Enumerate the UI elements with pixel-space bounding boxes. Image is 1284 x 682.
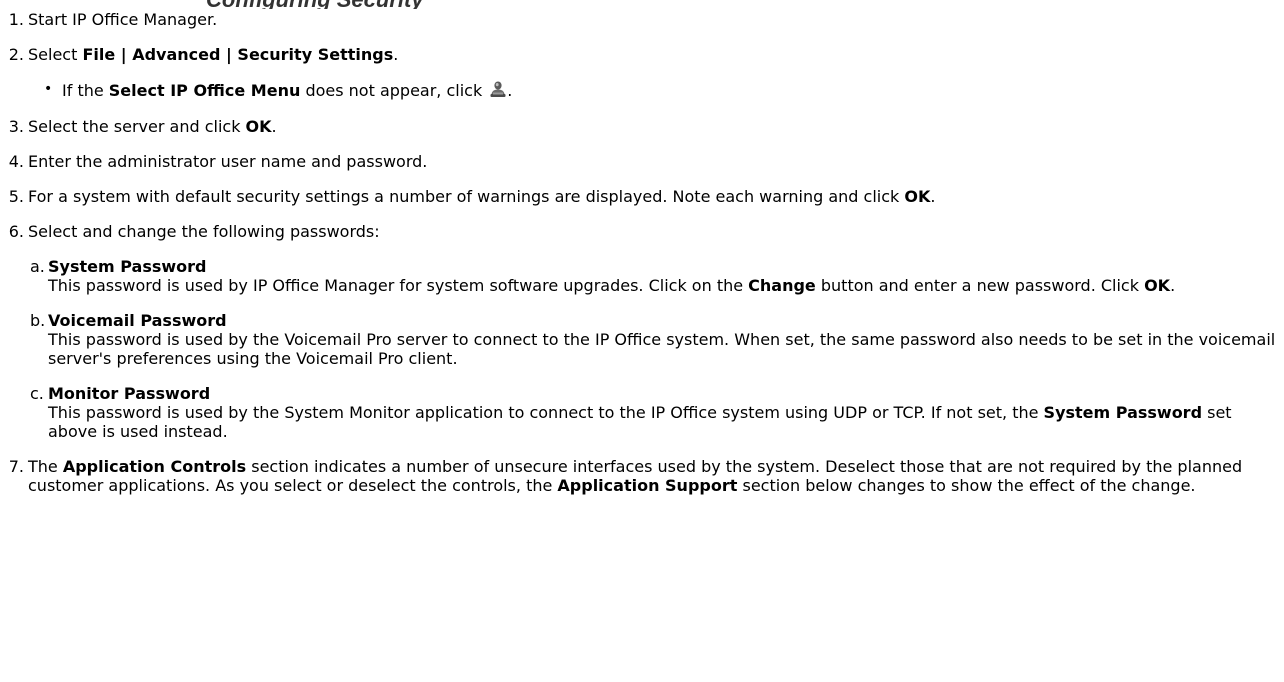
step-7: 7. The Application Controls section indi… (0, 457, 1284, 495)
item-description: This password is used by IP Office Manag… (48, 276, 1284, 295)
menu-path: File | Advanced | Security Settings (82, 45, 394, 64)
item-description-post: . (1170, 276, 1176, 295)
step-text: Start IP Office Manager. (28, 10, 218, 29)
step-text-pre: For a system with default security setti… (28, 187, 905, 206)
step-text: For a system with default security setti… (28, 187, 1284, 206)
step-3: 3. Select the server and click OK. (0, 117, 1284, 136)
step-5: 5. For a system with default security se… (0, 187, 1284, 206)
step-2: 2. Select File | Advanced | Security Set… (0, 45, 1284, 64)
step-number: 6. (8, 222, 24, 241)
step-text-post: section below changes to show the effect… (737, 476, 1196, 495)
change-button-label: Change (748, 276, 816, 295)
step-number: 1. (8, 10, 24, 29)
step-text-pre: The (28, 457, 63, 476)
step-2-bullet: • If the Select IP Office Menu does not … (44, 80, 1284, 100)
step-number: 7. (8, 457, 24, 476)
step-text: Enter the administrator user name and pa… (28, 152, 428, 171)
item-title: Monitor Password (48, 384, 211, 403)
item-title: System Password (48, 257, 207, 276)
step-text: Select and change the following password… (28, 222, 380, 241)
step-6: 6. Select and change the following passw… (0, 222, 1284, 241)
step-text-pre: Select (28, 45, 83, 64)
select-ip-office-icon[interactable] (489, 80, 507, 98)
item-body: Voicemail Password This password is used… (48, 311, 1284, 368)
password-item-monitor: c. Monitor Password This password is use… (30, 384, 1284, 441)
step-number: 4. (8, 152, 24, 171)
bullet-text-post: does not appear, click (300, 81, 488, 100)
step-text: Select the server and click OK. (28, 117, 1284, 136)
bullet-marker: • (44, 81, 53, 97)
ok-label: OK (1144, 276, 1171, 295)
step-text: The Application Controls section indicat… (28, 457, 1284, 495)
step-text-post: . (271, 117, 277, 136)
step-number: 3. (8, 117, 24, 136)
ok-label: OK (245, 117, 272, 136)
item-description-pre: This password is used by IP Office Manag… (48, 276, 749, 295)
item-description-mid: button and enter a new password. Click (815, 276, 1145, 295)
select-ip-office-menu-label: Select IP Office Menu (108, 81, 301, 100)
step-number: 2. (8, 45, 24, 64)
password-item-system: a. System Password This password is used… (30, 257, 1284, 295)
bullet-text-end: . (507, 81, 513, 100)
item-letter: a. (30, 257, 45, 276)
step-text-post: . (930, 187, 936, 206)
password-item-voicemail: b. Voicemail Password This password is u… (30, 311, 1284, 368)
step-text: Select File | Advanced | Security Settin… (28, 45, 1284, 64)
system-password-label: System Password (1043, 403, 1203, 422)
item-body: System Password This password is used by… (48, 257, 1284, 295)
item-title: Voicemail Password (48, 311, 227, 330)
item-description-pre: This password is used by the System Moni… (48, 403, 1044, 422)
step-number: 5. (8, 187, 24, 206)
ok-label: OK (904, 187, 931, 206)
step-1: 1. Start IP Office Manager. (0, 10, 1284, 29)
item-letter: b. (30, 311, 46, 330)
bullet-text-pre: If the (62, 81, 109, 100)
step-text-pre: Select the server and click (28, 117, 246, 136)
step-4: 4. Enter the administrator user name and… (0, 152, 1284, 171)
step-text-post: . (393, 45, 399, 64)
item-description: This password is used by the System Moni… (48, 403, 1284, 441)
item-body: Monitor Password This password is used b… (48, 384, 1284, 441)
item-letter: c. (30, 384, 44, 403)
application-controls-label: Application Controls (62, 457, 247, 476)
document-page: Configuring Security 1. Start IP Office … (0, 0, 1284, 495)
application-support-label: Application Support (557, 476, 738, 495)
item-description: This password is used by the Voicemail P… (48, 330, 1276, 368)
section-heading: Configuring Security (0, 0, 1284, 9)
bullet-text: If the Select IP Office Menu does not ap… (62, 80, 1284, 100)
